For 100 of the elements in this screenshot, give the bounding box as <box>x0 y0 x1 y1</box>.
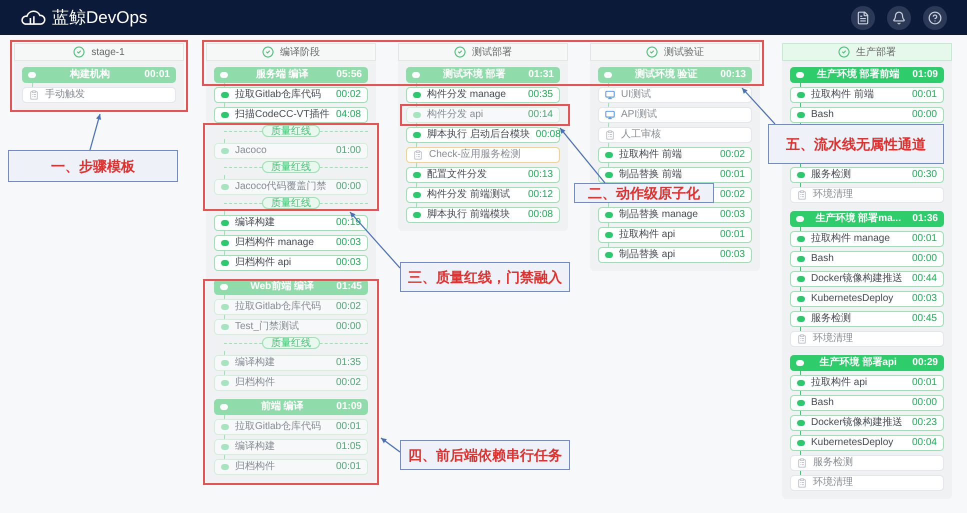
job-duration: 00:29 <box>912 358 938 368</box>
task-name: 环境清理 <box>813 334 854 344</box>
job-name: 生产环境 部署前端 <box>816 70 901 80</box>
quality-gate-badge: 质量红线 <box>262 337 320 349</box>
job-name: 生产环境 部署ma... <box>814 214 902 224</box>
task-duration: 00:45 <box>912 314 937 324</box>
job-name: 测试环境 部署 <box>442 70 507 80</box>
task-name: Jacoco代码覆盖门禁 <box>235 182 328 192</box>
task-name: KubernetesDeploy <box>811 294 894 304</box>
job-name: 测试环境 验证 <box>634 70 699 80</box>
task-name: 脚本执行 启动后台模块 <box>427 130 530 140</box>
task-name: 服务检测 <box>811 314 852 324</box>
task-name: Bash <box>811 254 835 264</box>
stage-name: 生产部署 <box>856 46 896 60</box>
task-name: 人工审核 <box>621 130 662 140</box>
task-duration: 00:03 <box>336 238 361 248</box>
task-name: 构件分发 manage <box>427 90 507 100</box>
quality-gate-badge: 质量红线 <box>262 125 320 137</box>
task-name: 环境清理 <box>813 478 854 488</box>
job-duration: 05:56 <box>336 70 362 80</box>
task-name: 构件分发 前端测试 <box>427 190 511 200</box>
task-duration: 00:00 <box>336 322 361 332</box>
job-name: 生产环境 部署api <box>818 358 898 368</box>
task-duration: 00:02 <box>336 302 361 312</box>
job-name: Web前端 编译 <box>249 282 316 292</box>
callout-tooltip: 五、流水线无属性通道 <box>768 124 944 164</box>
task-duration: 00:01 <box>336 422 361 432</box>
task-name: 拉取构件 manage <box>811 234 891 244</box>
task-duration: 00:30 <box>912 170 937 180</box>
task-duration: 00:01 <box>912 90 937 100</box>
task-duration: 00:03 <box>720 210 745 220</box>
job-duration: 01:36 <box>912 214 938 224</box>
stage-name: stage-1 <box>91 46 125 60</box>
task-name: 手动触发 <box>45 90 86 100</box>
task-name: 服务检测 <box>813 458 854 468</box>
quality-gate-badge: 质量红线 <box>262 197 320 209</box>
stage-name: 编译阶段 <box>280 46 320 60</box>
job-duration: 00:01 <box>144 70 170 80</box>
job-duration: 01:45 <box>336 282 362 292</box>
task-duration: 00:03 <box>912 294 937 304</box>
task-duration: 00:13 <box>528 170 553 180</box>
job-name: 前端 编译 <box>260 402 305 412</box>
task-name: 制品替换 manage <box>619 210 699 220</box>
job-duration: 01:09 <box>336 402 362 412</box>
callout-tooltip: 四、前后端依赖串行任务 <box>400 440 570 470</box>
task-name: Test_门禁测试 <box>235 322 300 332</box>
task-name: 编译构建 <box>235 442 276 452</box>
task-name: 拉取构件 前端 <box>811 90 875 100</box>
task-name: 制品替换 前端 <box>619 170 683 180</box>
job-name: 构建机构 <box>68 70 112 80</box>
task-duration: 00:01 <box>720 230 745 240</box>
task-name: Check-应用服务检测 <box>429 150 522 160</box>
quality-gate-badge: 质量红线 <box>262 161 320 173</box>
task-duration: 00:14 <box>528 110 553 120</box>
task-name: 拉取Gitlab仓库代码 <box>235 90 322 100</box>
task-duration: 00:01 <box>912 378 937 388</box>
callout-tooltip: 三、质量红线，门禁融入 <box>400 262 570 292</box>
task-name: 脚本执行 前端模块 <box>427 210 511 220</box>
task-duration: 00:00 <box>912 110 937 120</box>
task-duration: 01:35 <box>336 358 361 368</box>
task-name: 拉取构件 api <box>811 378 868 388</box>
callout-tooltip: 一、步骤模板 <box>8 150 178 182</box>
task-name: Docker镜像构建推送 <box>811 274 904 284</box>
task-duration: 00:01 <box>336 462 361 472</box>
task-duration: 01:05 <box>336 442 361 452</box>
task-name: 编译构建 <box>235 218 276 228</box>
task-duration: 00:02 <box>336 90 361 100</box>
task-duration: 00:02 <box>720 190 745 200</box>
task-name: 环境清理 <box>813 190 854 200</box>
task-name: 扫描CodeCC-VT插件 <box>235 110 330 120</box>
task-name: 拉取构件 api <box>619 230 676 240</box>
app-title: 蓝鲸DevOps <box>52 6 148 29</box>
task-name: 归档构件 manage <box>235 238 315 248</box>
task-name: 归档构件 api <box>235 258 292 268</box>
task-name: KubernetesDeploy <box>811 438 894 448</box>
task-name: 归档构件 <box>235 378 276 388</box>
task-name: Bash <box>811 110 835 120</box>
task-name: API测试 <box>621 110 658 120</box>
task-name: Bash <box>811 398 835 408</box>
task-duration: 00:08 <box>536 130 561 140</box>
task-duration: 00:44 <box>912 274 937 284</box>
job-duration: 01:09 <box>912 70 938 80</box>
stage-name: 测试部署 <box>472 46 512 60</box>
task-duration: 00:23 <box>912 418 937 428</box>
task-name: 拉取Gitlab仓库代码 <box>235 302 322 312</box>
task-duration: 04:08 <box>336 110 361 120</box>
task-duration: 00:00 <box>912 254 937 264</box>
callout-tooltip: 二、动作级原子化 <box>574 183 714 203</box>
task-duration: 00:02 <box>336 378 361 388</box>
task-name: 拉取构件 前端 <box>619 150 683 160</box>
task-duration: 00:19 <box>336 218 361 228</box>
task-name: 拉取Gitlab仓库代码 <box>235 422 322 432</box>
task-duration: 00:01 <box>912 234 937 244</box>
task-name: 编译构建 <box>235 358 276 368</box>
task-duration: 00:35 <box>528 90 553 100</box>
task-duration: 00:00 <box>336 182 361 192</box>
job-name: 服务端 编译 <box>254 70 310 80</box>
task-name: Jacoco <box>235 146 268 156</box>
task-name: Docker镜像构建推送 <box>811 418 904 428</box>
task-duration: 00:03 <box>720 250 745 260</box>
